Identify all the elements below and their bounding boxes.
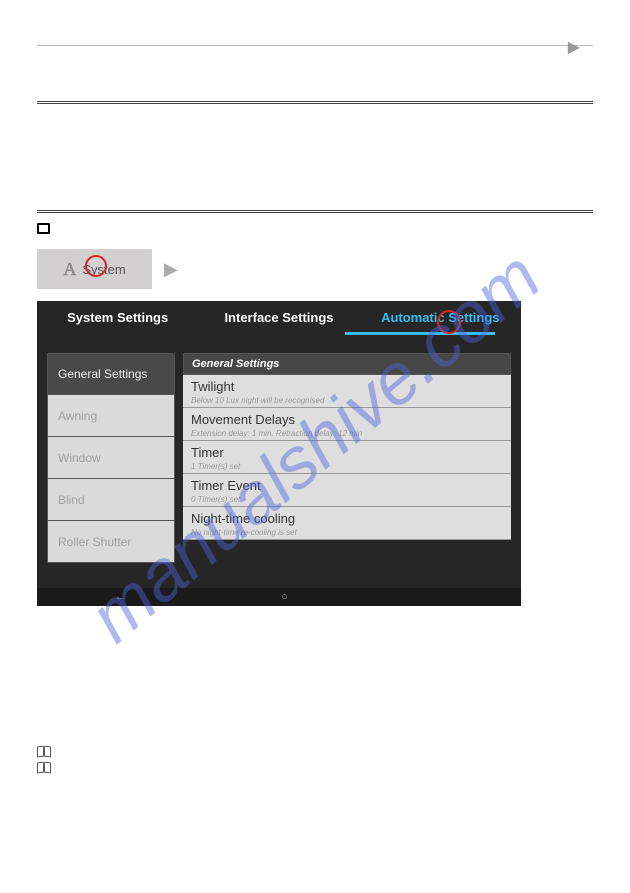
tab-label: System Settings bbox=[67, 310, 168, 325]
breadcrumb: A System ▶ bbox=[37, 249, 593, 289]
tab-underline bbox=[345, 332, 495, 335]
tab-system-settings[interactable]: System Settings bbox=[37, 310, 198, 325]
open-book-icon bbox=[37, 746, 51, 756]
stop-icon bbox=[37, 223, 50, 234]
chevron-right-icon: ▶ bbox=[164, 259, 178, 280]
settings-main: General Settings Twilight Below 10 Lux n… bbox=[183, 353, 511, 563]
nav-back-icon[interactable]: ← bbox=[115, 591, 126, 603]
list-item-movement-delays[interactable]: Movement Delays Extension delay: 1 min. … bbox=[183, 408, 511, 441]
sidebar-item-label: Awning bbox=[58, 409, 97, 423]
double-rule-top bbox=[37, 101, 593, 104]
list-item-sub: No night-time re-cooling is set bbox=[191, 528, 503, 537]
panel: General Settings Awning Window Blind Rol… bbox=[37, 333, 521, 563]
app-screenshot: System Settings Interface Settings Autom… bbox=[37, 301, 521, 606]
sidebar-item-label: General Settings bbox=[58, 367, 147, 381]
sidebar-item-blind[interactable]: Blind bbox=[47, 479, 175, 521]
list-item-sub: 0 Timer(s) set bbox=[191, 495, 503, 504]
list-item-title: Night-time cooling bbox=[191, 511, 503, 526]
list-item-timer-event[interactable]: Timer Event 0 Timer(s) set bbox=[183, 474, 511, 507]
section-header-label: General Settings bbox=[192, 358, 279, 370]
double-rule-bottom bbox=[37, 210, 593, 213]
list-item-title: Timer Event bbox=[191, 478, 503, 493]
list-item-title: Timer bbox=[191, 445, 503, 460]
sidebar-item-label: Blind bbox=[58, 493, 85, 507]
a-icon: A bbox=[63, 259, 76, 280]
tab-label: Interface Settings bbox=[224, 310, 333, 325]
tab-interface-settings[interactable]: Interface Settings bbox=[198, 310, 359, 325]
top-arrow-icon: ▶ bbox=[568, 37, 580, 57]
list-item-twilight[interactable]: Twilight Below 10 Lux night will be reco… bbox=[183, 375, 511, 408]
list-item-sub: Extension delay: 1 min. Retraction delay… bbox=[191, 429, 503, 438]
highlight-circle-icon bbox=[437, 310, 461, 334]
open-book-icon bbox=[37, 762, 51, 772]
list-item-timer[interactable]: Timer 1 Timer(s) set bbox=[183, 441, 511, 474]
highlight-circle-icon bbox=[85, 255, 107, 277]
references bbox=[37, 746, 593, 772]
list-item-night-cooling[interactable]: Night-time cooling No night-time re-cool… bbox=[183, 507, 511, 540]
list-item-title: Twilight bbox=[191, 379, 503, 394]
sidebar-item-label: Roller Shutter bbox=[58, 535, 131, 549]
list-item-sub: 1 Timer(s) set bbox=[191, 462, 503, 471]
list-item-sub: Below 10 Lux night will be recognised bbox=[191, 396, 503, 405]
sidebar-item-label: Window bbox=[58, 451, 101, 465]
sidebar-item-general[interactable]: General Settings bbox=[47, 353, 175, 395]
divider bbox=[37, 45, 593, 46]
breadcrumb-system[interactable]: A System bbox=[37, 249, 152, 289]
nav-home-icon[interactable]: ○ bbox=[281, 591, 288, 603]
android-navbar: ← ○ bbox=[37, 588, 521, 606]
section-header: General Settings bbox=[183, 353, 511, 375]
sidebar-item-roller-shutter[interactable]: Roller Shutter bbox=[47, 521, 175, 563]
settings-sidebar: General Settings Awning Window Blind Rol… bbox=[47, 353, 175, 563]
sidebar-item-awning[interactable]: Awning bbox=[47, 395, 175, 437]
sidebar-item-window[interactable]: Window bbox=[47, 437, 175, 479]
list-item-title: Movement Delays bbox=[191, 412, 503, 427]
